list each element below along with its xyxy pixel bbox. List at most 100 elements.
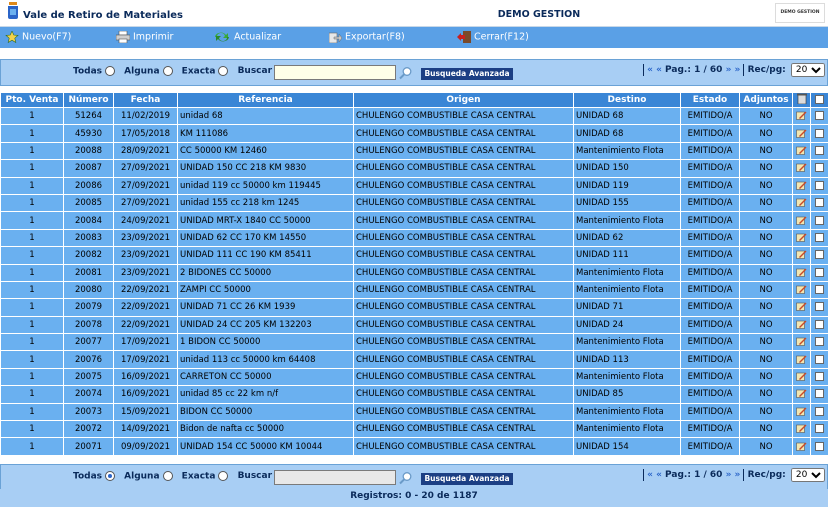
edit-pencil-icon[interactable]: [796, 424, 807, 434]
cell-edit[interactable]: [792, 385, 811, 404]
per-page-select[interactable]: 20: [790, 63, 825, 77]
column-header[interactable]: Origen: [353, 92, 574, 108]
edit-pencil-icon[interactable]: [796, 129, 807, 138]
row-checkbox[interactable]: [815, 180, 824, 190]
table-row[interactable]: 1 20086 27/09/2021 unidad 119 cc 50000 km 1…: [0, 176, 828, 195]
export-button[interactable]: Exportar(F8): [329, 31, 405, 43]
cell-select[interactable]: [810, 141, 828, 161]
select-all-checkbox[interactable]: [815, 95, 824, 104]
option-exact[interactable]: Exacta: [182, 471, 229, 482]
search-input-bottom[interactable]: [274, 470, 396, 485]
next-page-button[interactable]: » »: [726, 470, 741, 480]
delete-column-header[interactable]: [792, 92, 811, 108]
cell-select[interactable]: [810, 350, 828, 369]
table-row[interactable]: 1 20082 23/09/2021 UNIDAD 111 CC 190 KM 854…: [0, 246, 828, 265]
radio-all[interactable]: [105, 66, 115, 76]
cell-edit[interactable]: [792, 437, 811, 456]
cell-edit[interactable]: [792, 106, 811, 126]
row-checkbox[interactable]: [815, 128, 824, 138]
cell-edit[interactable]: [792, 159, 811, 178]
cell-select[interactable]: [810, 211, 828, 230]
row-checkbox[interactable]: [815, 389, 824, 399]
edit-pencil-icon[interactable]: [796, 250, 807, 260]
row-checkbox[interactable]: [815, 319, 824, 329]
radio-any[interactable]: [162, 66, 173, 76]
edit-pencil-icon[interactable]: [796, 407, 807, 416]
cell-edit[interactable]: [792, 193, 811, 213]
cell-edit[interactable]: [792, 402, 811, 422]
row-checkbox[interactable]: [815, 267, 824, 277]
edit-pencil-icon[interactable]: [796, 337, 807, 347]
edit-pencil-icon[interactable]: [796, 268, 807, 277]
next-page-button[interactable]: » »: [726, 65, 741, 75]
cell-select[interactable]: [810, 159, 828, 178]
cell-select[interactable]: [810, 246, 828, 265]
option-all[interactable]: Todas: [73, 66, 115, 77]
edit-pencil-icon[interactable]: [796, 181, 807, 190]
cell-select[interactable]: [810, 298, 828, 317]
search-input[interactable]: [274, 65, 396, 80]
cell-select[interactable]: [810, 280, 828, 300]
cell-edit[interactable]: [792, 141, 811, 161]
row-checkbox[interactable]: [815, 232, 824, 242]
radio-all[interactable]: [105, 471, 115, 481]
select-all-header[interactable]: [810, 92, 828, 108]
row-checkbox[interactable]: [815, 111, 824, 121]
edit-pencil-icon[interactable]: [796, 111, 807, 120]
option-all[interactable]: Todas: [73, 471, 115, 482]
edit-pencil-icon[interactable]: [796, 163, 807, 173]
radio-exact[interactable]: [218, 66, 229, 76]
row-checkbox[interactable]: [815, 285, 824, 295]
prev-page-button[interactable]: « «: [647, 65, 662, 75]
edit-pencil-icon[interactable]: [796, 233, 807, 242]
edit-pencil-icon[interactable]: [796, 389, 807, 399]
column-header[interactable]: Pto. Venta: [0, 92, 64, 108]
cell-edit[interactable]: [792, 367, 811, 387]
advanced-search-button-bottom[interactable]: Busqueda Avanzada: [421, 473, 513, 485]
column-header[interactable]: Destino: [573, 92, 681, 108]
close-button[interactable]: Cerrar(F12): [457, 31, 529, 43]
prev-page-button[interactable]: « «: [647, 470, 662, 480]
row-checkbox[interactable]: [815, 215, 824, 225]
table-row[interactable]: 1 20071 09/09/2021 UNIDAD 154 CC 50000 KM 1…: [0, 437, 828, 456]
row-checkbox[interactable]: [815, 337, 824, 347]
table-row[interactable]: 1 20075 16/09/2021 CARRETON CC 50000 CHULENG…: [0, 367, 828, 387]
table-row[interactable]: 1 20087 27/09/2021 UNIDAD 150 CC 218 KM 983…: [0, 159, 828, 178]
row-checkbox[interactable]: [815, 250, 824, 260]
column-header[interactable]: Adjuntos: [739, 92, 793, 108]
cell-edit[interactable]: [792, 315, 811, 335]
cell-select[interactable]: [810, 437, 828, 456]
cell-edit[interactable]: [792, 420, 811, 439]
cell-select[interactable]: [810, 263, 828, 282]
table-row[interactable]: 1 20079 22/09/2021 UNIDAD 71 CC 26 KM 1939 C…: [0, 298, 828, 317]
cell-edit[interactable]: [792, 124, 811, 143]
edit-pencil-icon[interactable]: [796, 285, 807, 294]
row-checkbox[interactable]: [815, 441, 824, 451]
cell-edit[interactable]: [792, 228, 811, 248]
radio-any[interactable]: [162, 471, 173, 481]
row-checkbox[interactable]: [815, 302, 824, 312]
cell-edit[interactable]: [792, 211, 811, 230]
print-button[interactable]: Imprimir: [116, 31, 173, 43]
edit-pencil-icon[interactable]: [796, 302, 807, 312]
cell-edit[interactable]: [792, 350, 811, 369]
column-header[interactable]: Número: [63, 92, 114, 108]
table-row[interactable]: 1 51264 11/02/2019 unidad 68 CHULENGO COMBUS…: [0, 106, 828, 126]
table-row[interactable]: 1 20076 17/09/2021 unidad 113 cc 50000 km 6…: [0, 350, 828, 369]
new-button[interactable]: Nuevo(F7): [5, 31, 71, 43]
magnifier-icon[interactable]: [399, 66, 413, 80]
column-header[interactable]: Fecha: [113, 92, 178, 108]
cell-select[interactable]: [810, 193, 828, 213]
edit-pencil-icon[interactable]: [796, 216, 807, 225]
cell-select[interactable]: [810, 124, 828, 143]
row-checkbox[interactable]: [815, 424, 824, 434]
cell-select[interactable]: [810, 315, 828, 335]
cell-edit[interactable]: [792, 246, 811, 265]
table-row[interactable]: 1 20085 27/09/2021 unidad 155 cc 218 km 124…: [0, 193, 828, 213]
edit-pencil-icon[interactable]: [796, 198, 807, 207]
per-page-select[interactable]: 20: [790, 468, 825, 482]
cell-edit[interactable]: [792, 333, 811, 352]
cell-select[interactable]: [810, 106, 828, 126]
magnifier-icon[interactable]: [399, 471, 413, 485]
column-header[interactable]: Estado: [680, 92, 740, 108]
